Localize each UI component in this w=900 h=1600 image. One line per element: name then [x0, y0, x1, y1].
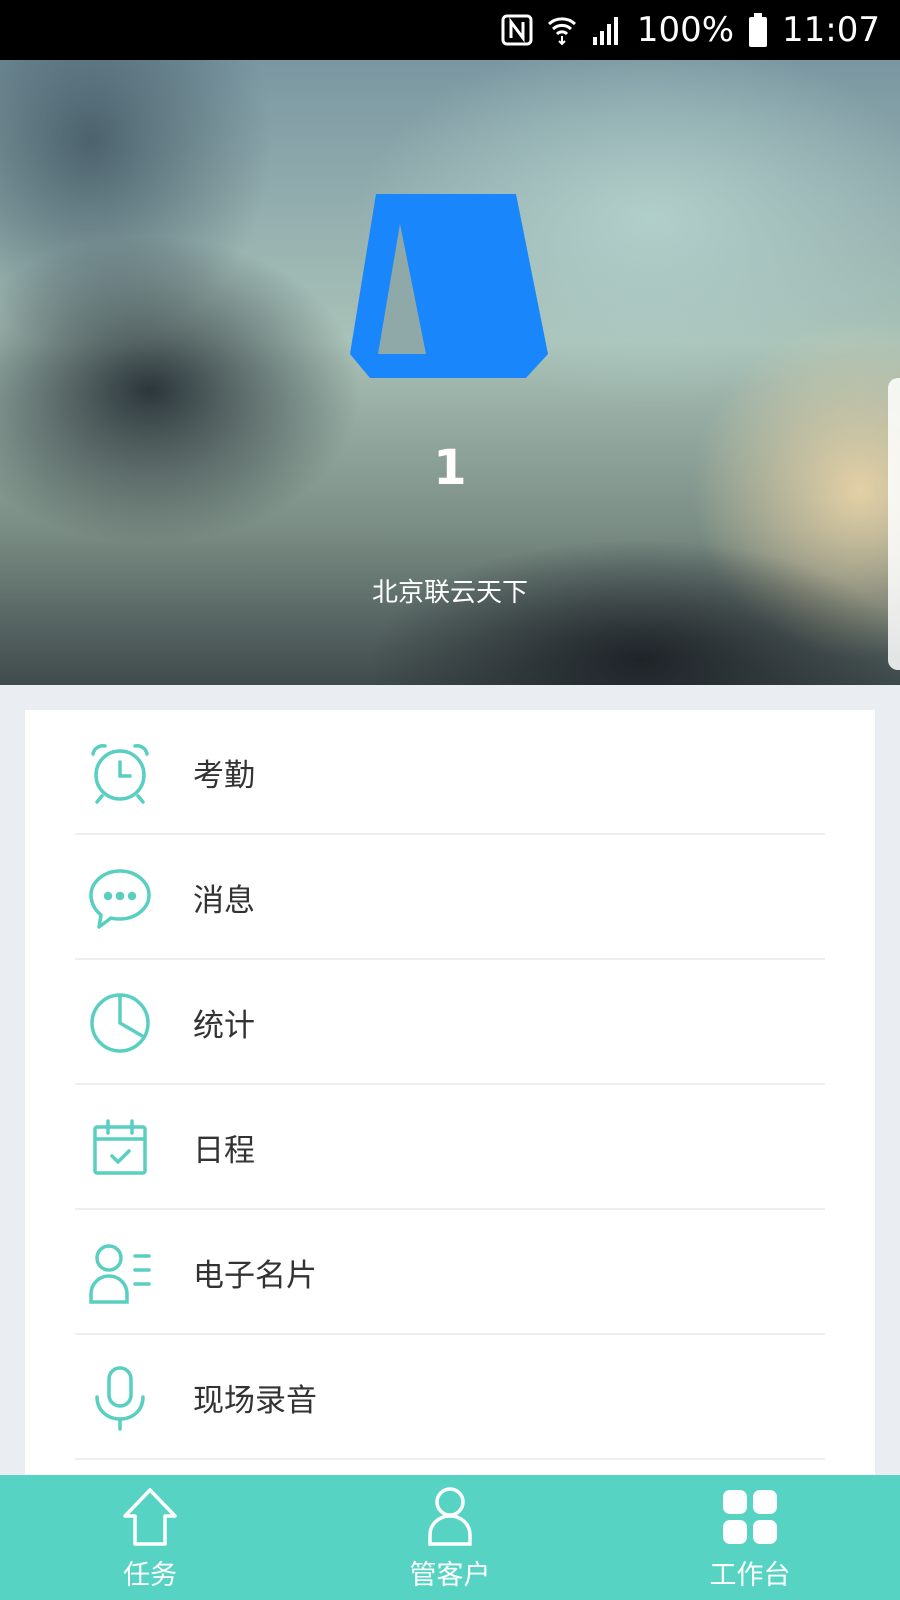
home-icon	[118, 1485, 182, 1549]
screen: 100% 11:07 1 北京联云天下 考勤 消息 统计 日程 电子名片 现场录…	[0, 0, 900, 1600]
menu-item-label: 电子名片	[193, 1258, 317, 1294]
menu-item-label: 消息	[193, 883, 255, 919]
battery-icon	[748, 13, 768, 47]
signal-icon	[591, 15, 623, 45]
tab-tasks[interactable]: 任务	[0, 1475, 300, 1600]
grid-icon	[718, 1485, 782, 1549]
tab-label: 管客户	[409, 1560, 491, 1591]
user-number: 1	[433, 440, 467, 496]
calendar-icon	[85, 1113, 155, 1183]
tab-label: 工作台	[709, 1560, 791, 1591]
nfc-icon	[501, 14, 533, 46]
company-logo	[350, 194, 548, 378]
wifi-icon	[547, 14, 577, 46]
menu-item-recording[interactable]: 现场录音	[25, 1335, 875, 1460]
tab-customers[interactable]: 管客户	[300, 1475, 600, 1600]
profile-header: 1 北京联云天下	[0, 60, 900, 685]
menu-item-business-card[interactable]: 电子名片	[25, 1210, 875, 1335]
tab-workbench[interactable]: 工作台	[600, 1475, 900, 1600]
battery-percent: 100%	[636, 10, 735, 50]
pie-chart-icon	[85, 988, 155, 1058]
menu-item-label: 统计	[193, 1008, 255, 1044]
menu-item-label: 日程	[193, 1133, 255, 1169]
clock: 11:07	[782, 10, 880, 50]
menu-item-statistics[interactable]: 统计	[25, 960, 875, 1085]
tab-label: 任务	[123, 1560, 177, 1591]
edge-panel-handle[interactable]	[888, 378, 900, 670]
menu-item-attendance[interactable]: 考勤	[25, 710, 875, 835]
chat-bubble-icon	[85, 863, 155, 933]
business-card-icon	[85, 1238, 155, 1308]
microphone-icon	[85, 1363, 155, 1433]
menu-item-label: 考勤	[193, 758, 255, 794]
status-bar: 100% 11:07	[0, 0, 900, 60]
alarm-clock-icon	[85, 738, 155, 808]
menu-list: 考勤 消息 统计 日程 电子名片 现场录音	[25, 710, 875, 1480]
company-name: 北京联云天下	[371, 578, 528, 608]
menu-item-schedule[interactable]: 日程	[25, 1085, 875, 1210]
customer-icon	[418, 1485, 482, 1549]
bottom-nav: 任务 管客户 工作台	[0, 1475, 900, 1600]
menu-item-label: 现场录音	[193, 1383, 317, 1419]
menu-item-messages[interactable]: 消息	[25, 835, 875, 960]
